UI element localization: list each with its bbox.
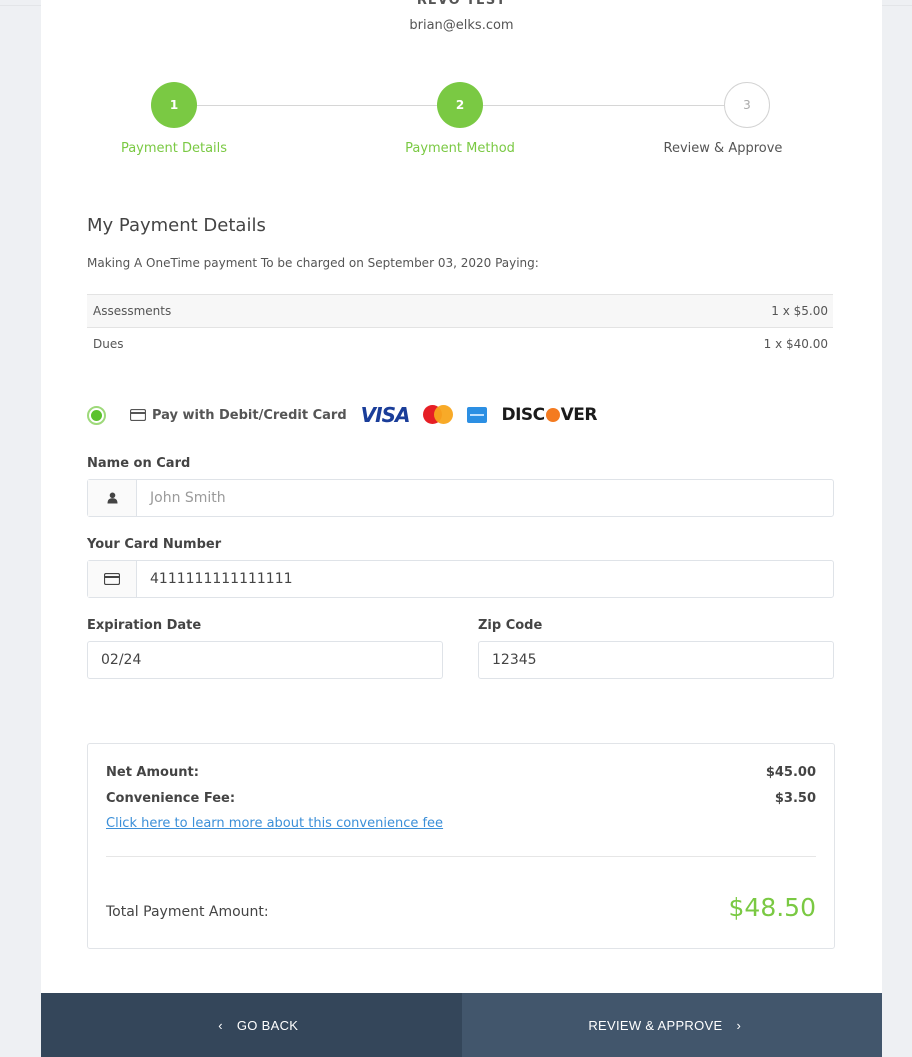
pay-with-card-label: Pay with Debit/Credit Card [152,407,347,423]
step-2-label: Payment Method [405,141,515,156]
card-number-field[interactable]: 4111111111111111 [87,560,834,598]
payment-page: REVO TEST brian@elks.com 1 2 3 Payment D… [41,0,882,1057]
payment-method-option[interactable]: Pay with Debit/Credit Card VISA DISC VER [87,403,598,427]
item-amount: 1 x $40.00 [763,337,828,351]
go-back-label: GO BACK [236,1017,299,1033]
net-amount-value: $45.00 [765,765,816,780]
name-on-card-field[interactable]: John Smith [87,479,834,517]
net-amount-row: Net Amount: $45.00 [106,765,816,780]
item-name: Assessments [93,304,172,318]
expiration-date-field[interactable]: 02/24 [87,641,443,679]
step-connector [196,105,460,106]
total-amount: $48.50 [728,893,816,922]
visa-logo-icon: VISA [360,403,411,427]
convenience-fee-label: Convenience Fee: [106,791,236,806]
card-number-label: Your Card Number [87,537,222,552]
expiration-date-input[interactable]: 02/24 [88,652,141,668]
chevron-left-icon: ‹ [218,1017,223,1033]
payment-schedule-text: Making A OneTime payment To be charged o… [87,256,539,270]
step-1-label: Payment Details [120,141,228,156]
zip-code-input[interactable]: 12345 [479,652,537,668]
convenience-fee-value: $3.50 [774,791,816,806]
account-email: brian@elks.com [409,18,514,33]
item-name: Dues [93,337,124,351]
account-name: REVO TEST [416,0,507,8]
discover-logo-icon: DISC VER [501,405,597,425]
step-3-circle: 3 [724,82,770,128]
net-amount-label: Net Amount: [106,765,199,780]
step-3-label: Review & Approve [663,141,783,156]
zip-code-label: Zip Code [478,618,543,633]
zip-code-field[interactable]: 12345 [478,641,834,679]
name-on-card-input[interactable]: John Smith [137,490,226,506]
radio-selected-dot [91,409,102,421]
item-amount: 1 x $5.00 [771,304,828,318]
credit-card-icon [88,561,137,597]
summary-divider [106,856,816,857]
total-label: Total Payment Amount: [106,904,269,920]
amex-logo-icon [467,407,488,423]
section-title: My Payment Details [87,215,266,236]
payment-summary: Net Amount: $45.00 Convenience Fee: $3.5… [87,743,835,949]
chevron-right-icon: › [736,1017,742,1033]
review-approve-label: REVIEW & APPROVE [588,1017,723,1033]
footer-actions: ‹ GO BACK REVIEW & APPROVE › [41,993,882,1057]
table-row: Dues 1 x $40.00 [87,327,833,360]
card-radio[interactable] [87,405,106,425]
credit-card-icon [129,406,147,425]
step-connector [483,105,725,106]
step-2-circle[interactable]: 2 [437,82,483,128]
convenience-fee-row: Convenience Fee: $3.50 [106,791,816,806]
name-on-card-label: Name on Card [87,456,191,471]
table-row: Assessments 1 x $5.00 [87,294,833,327]
step-1-circle[interactable]: 1 [151,82,197,128]
card-number-input[interactable]: 4111111111111111 [137,571,293,587]
go-back-button[interactable]: ‹ GO BACK [41,993,462,1057]
mastercard-logo-icon [423,405,454,425]
user-icon [88,480,137,516]
expiration-date-label: Expiration Date [87,618,202,633]
convenience-fee-link[interactable]: Click here to learn more about this conv… [106,816,443,831]
payment-items-table: Assessments 1 x $5.00 Dues 1 x $40.00 [87,294,833,360]
review-approve-button[interactable]: REVIEW & APPROVE › [461,993,882,1057]
